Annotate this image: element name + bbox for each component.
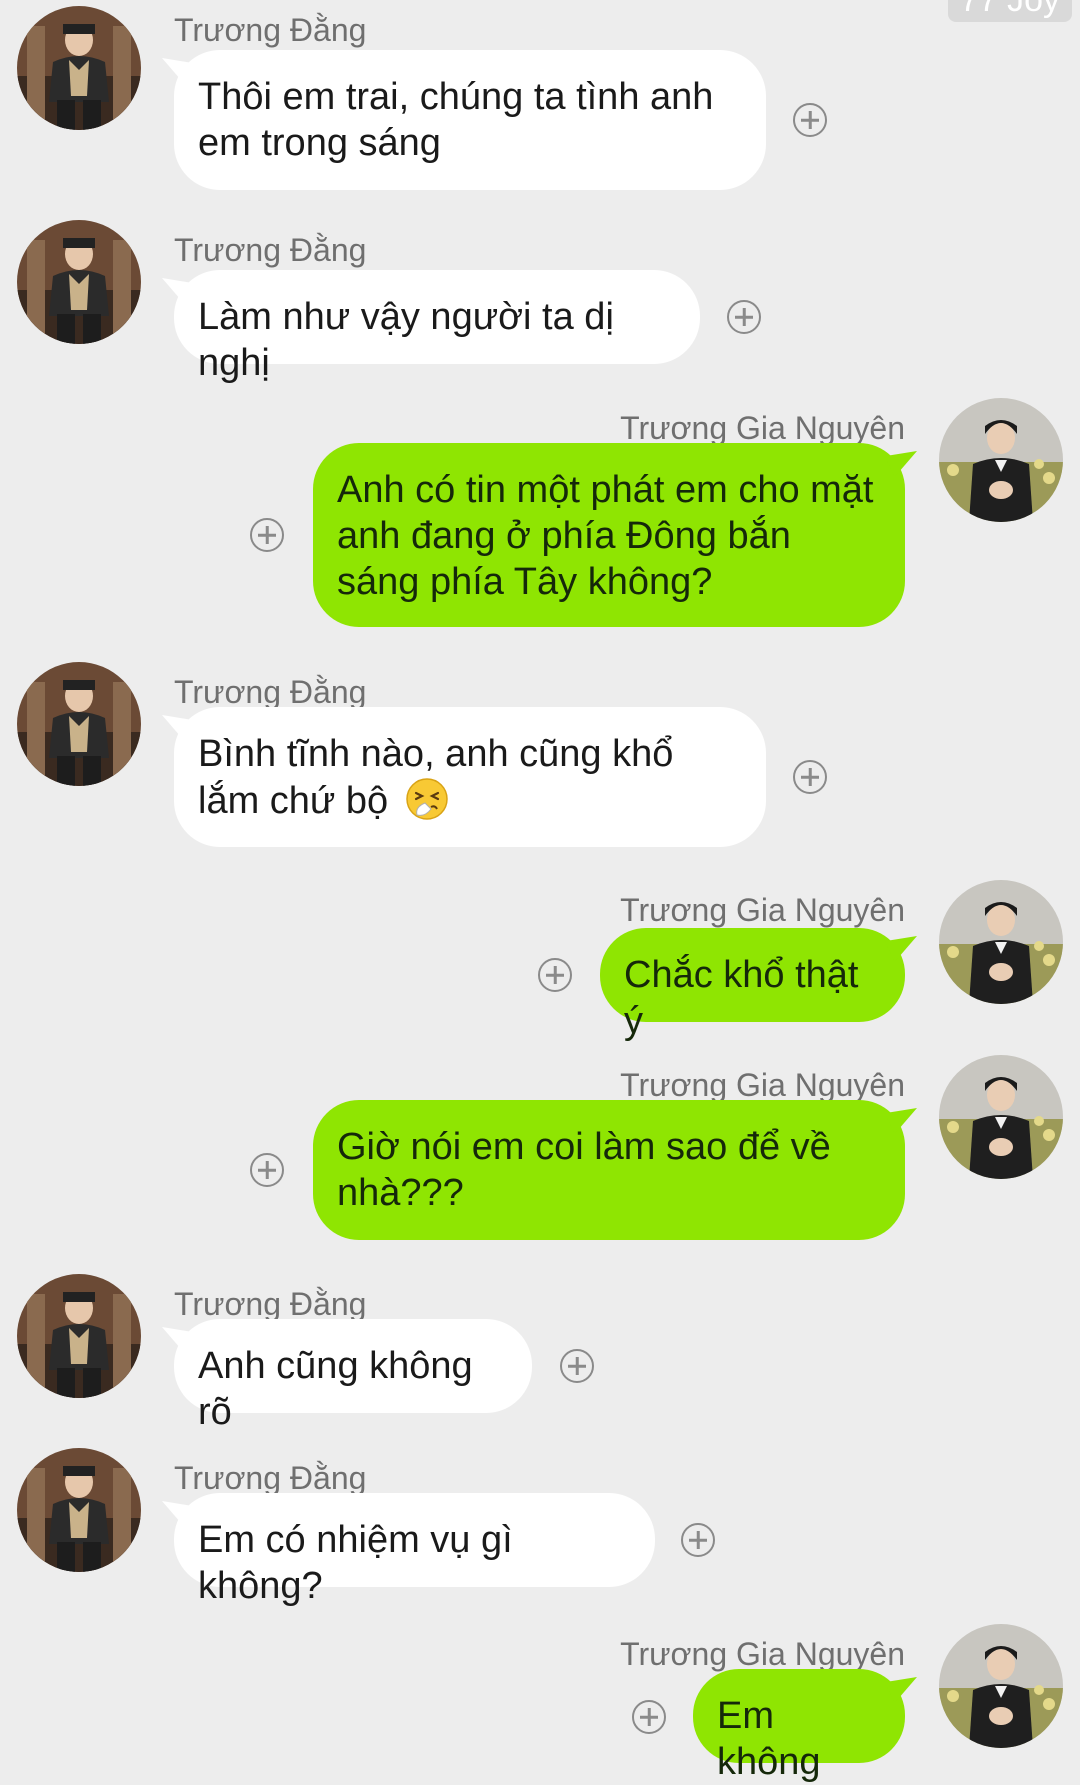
message-row: Trương Gia Nguyên Em không <box>0 1624 1080 1783</box>
add-reaction-button[interactable] <box>681 1523 715 1557</box>
message-text: Làm như vậy người ta dị nghị <box>198 296 614 384</box>
message-bubble[interactable]: Em không <box>693 1669 905 1783</box>
message-bubble[interactable]: Giờ nói em coi làm sao để về nhà??? <box>313 1100 905 1240</box>
add-reaction-button[interactable] <box>250 518 284 552</box>
message-row: Trương Gia Nguyên Chắc khổ thật ý <box>0 880 1080 1042</box>
add-reaction-button[interactable] <box>560 1349 594 1383</box>
sender-name: Trương Đằng <box>174 1286 367 1322</box>
add-reaction-button[interactable] <box>632 1700 666 1734</box>
message-row: Trương Đằng Bình tĩnh nào, anh cũng khổ … <box>0 662 1080 852</box>
sender-name: Trương Gia Nguyên <box>620 1067 905 1103</box>
avatar-truong-gia-nguyen-image <box>939 1055 1063 1179</box>
avatar-truong-dang-image <box>17 6 141 130</box>
sneezing-face-icon <box>406 778 448 820</box>
message-row: Trương Đằng Làm như vậy người ta dị nghị <box>0 220 1080 384</box>
avatar-truong-dang[interactable] <box>17 662 141 786</box>
message-row: Trương Đằng Thôi em trai, chúng ta tình … <box>0 0 1080 190</box>
message-text: Em không <box>717 1695 821 1783</box>
message-bubble[interactable]: Thôi em trai, chúng ta tình anh em trong… <box>174 50 766 190</box>
avatar-truong-gia-nguyen[interactable] <box>939 1624 1063 1748</box>
add-reaction-button[interactable] <box>793 103 827 137</box>
avatar-truong-dang[interactable] <box>17 6 141 130</box>
message-row: Trương Đằng Em có nhiệm vụ gì không? <box>0 1448 1080 1607</box>
message-text: Giờ nói em coi làm sao để về nhà??? <box>337 1126 831 1214</box>
avatar-truong-dang[interactable] <box>17 1448 141 1572</box>
sender-name: Trương Đằng <box>174 232 367 268</box>
message-row: Trương Đằng Anh cũng không rõ <box>0 1274 1080 1433</box>
message-text: Thôi em trai, chúng ta tình anh em trong… <box>198 76 714 164</box>
message-bubble[interactable]: Chắc khổ thật ý <box>600 928 905 1042</box>
avatar-truong-dang-image <box>17 220 141 344</box>
avatar-truong-gia-nguyen[interactable] <box>939 398 1063 522</box>
add-reaction-button[interactable] <box>793 760 827 794</box>
avatar-truong-dang-image <box>17 1448 141 1572</box>
add-reaction-button[interactable] <box>538 958 572 992</box>
sender-name: Trương Đằng <box>174 674 367 710</box>
avatar-truong-gia-nguyen[interactable] <box>939 1055 1063 1179</box>
add-reaction-button[interactable] <box>727 300 761 334</box>
avatar-truong-gia-nguyen[interactable] <box>939 880 1063 1004</box>
message-text: Anh có tin một phát em cho mặt anh đang … <box>337 469 874 603</box>
avatar-truong-dang[interactable] <box>17 1274 141 1398</box>
sender-name: Trương Gia Nguyên <box>620 1636 905 1672</box>
sender-name: Trương Đằng <box>174 1460 367 1496</box>
avatar-truong-gia-nguyen-image <box>939 880 1063 1004</box>
message-text: Em có nhiệm vụ gì không? <box>198 1519 513 1607</box>
message-text: Anh cũng không rõ <box>198 1345 473 1433</box>
message-bubble[interactable]: Làm như vậy người ta dị nghị <box>174 270 700 384</box>
message-row: Trương Gia Nguyên Anh có tin một phát em… <box>0 398 1080 638</box>
chat-window: 77 Joy Trương Đằng Thôi em trai, chúng t… <box>0 0 1080 1783</box>
avatar-truong-dang-image <box>17 1274 141 1398</box>
message-bubble[interactable]: Bình tĩnh nào, anh cũng khổ lắm chứ bộ <box>174 707 766 847</box>
sender-name: Trương Gia Nguyên <box>620 410 905 446</box>
add-reaction-button[interactable] <box>250 1153 284 1187</box>
avatar-truong-gia-nguyen-image <box>939 398 1063 522</box>
avatar-truong-dang[interactable] <box>17 220 141 344</box>
avatar-truong-gia-nguyen-image <box>939 1624 1063 1748</box>
avatar-truong-dang-image <box>17 662 141 786</box>
sender-name: Trương Đằng <box>174 12 367 48</box>
sender-name: Trương Gia Nguyên <box>620 892 905 928</box>
message-bubble[interactable]: Em có nhiệm vụ gì không? <box>174 1493 655 1607</box>
message-bubble[interactable]: Anh có tin một phát em cho mặt anh đang … <box>313 443 905 627</box>
message-text: Chắc khổ thật ý <box>624 954 859 1042</box>
message-row: Trương Gia Nguyên Giờ nói em coi làm sao… <box>0 1055 1080 1255</box>
message-bubble[interactable]: Anh cũng không rõ <box>174 1319 532 1433</box>
